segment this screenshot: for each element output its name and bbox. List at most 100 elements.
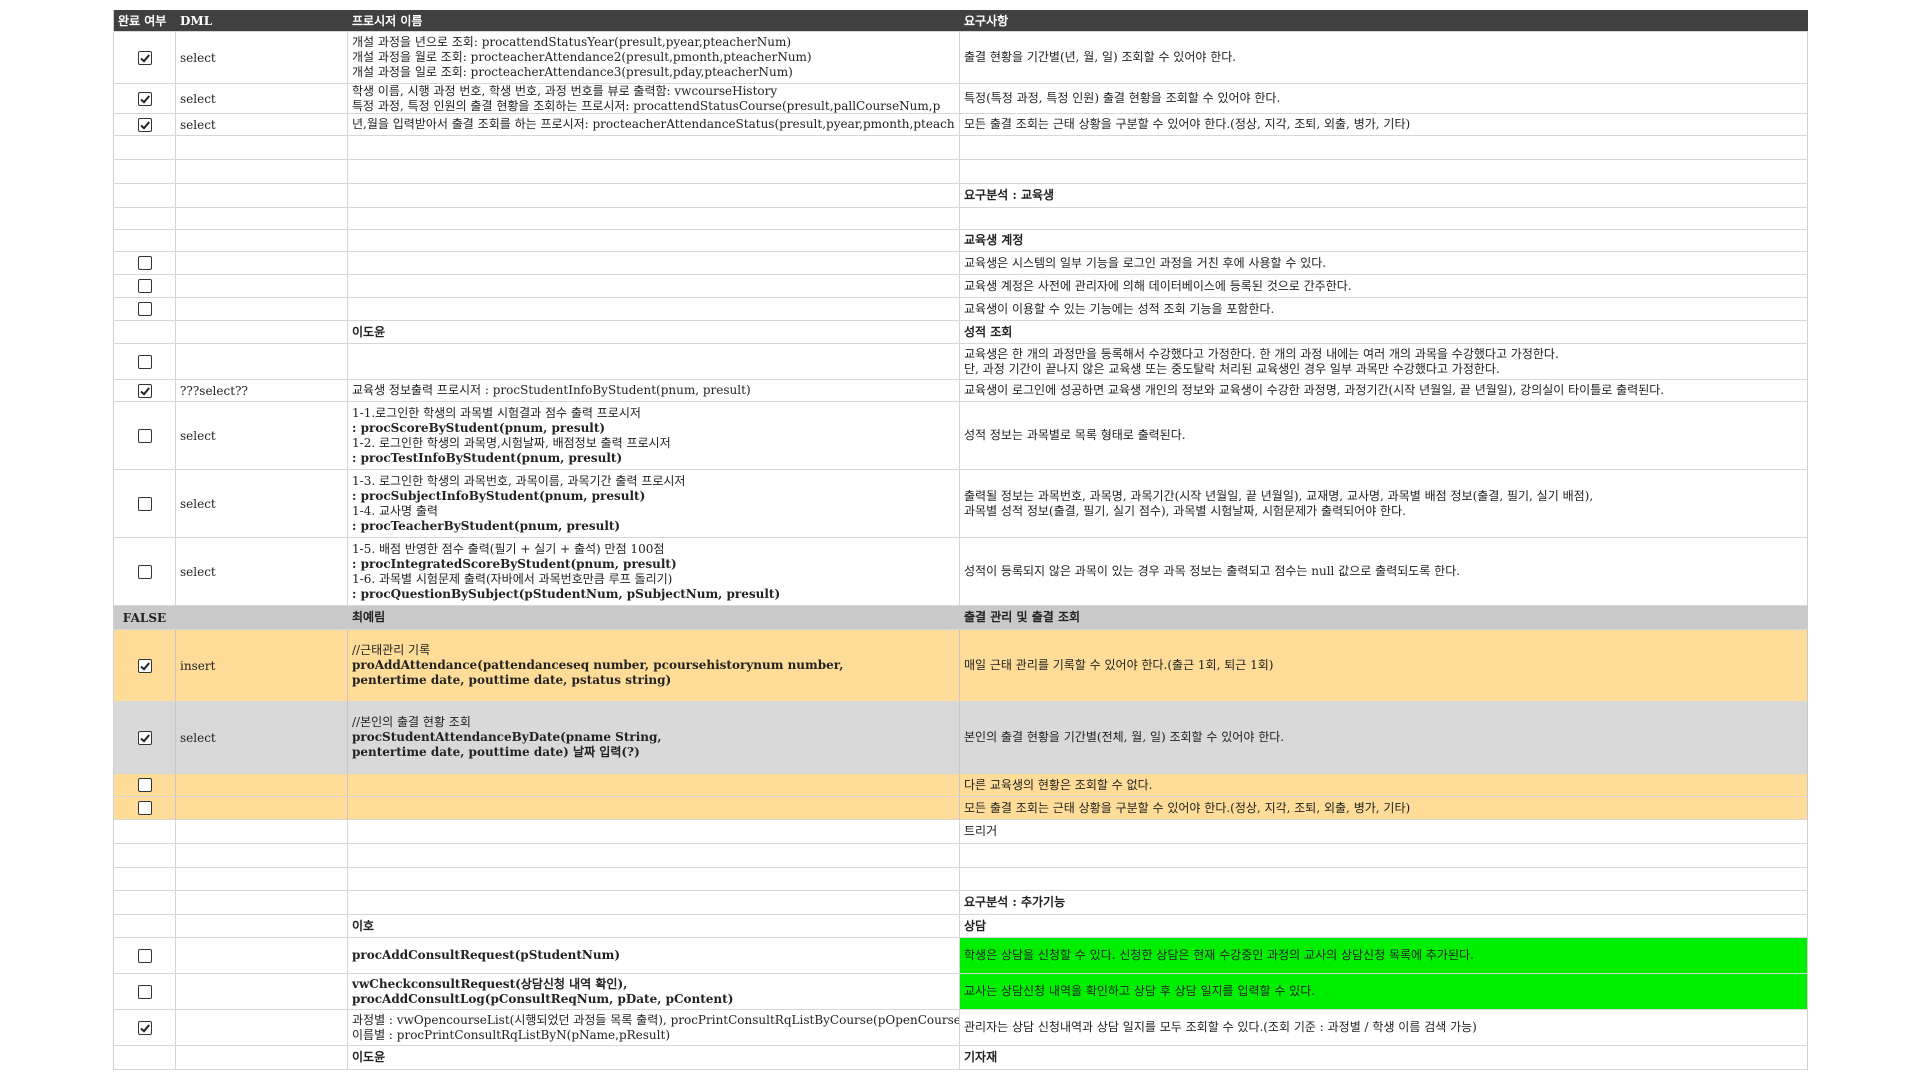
dml-cell[interactable] <box>176 938 348 973</box>
requirement-cell[interactable]: 특정(특정 과정, 특정 인원) 출결 현황을 조회할 수 있어야 한다. <box>960 84 1808 113</box>
procedure-cell[interactable] <box>348 230 960 251</box>
procedure-cell[interactable]: vwCheckconsultRequest(상담신청 내역 확인), procAd… <box>348 974 960 1009</box>
requirement-cell[interactable]: 요구분석 : 교육생 <box>960 184 1808 207</box>
procedure-cell[interactable]: 학생 이름, 시행 과정 번호, 학생 번호, 과정 번호를 뷰로 출력함: v… <box>348 84 960 113</box>
done-cell[interactable] <box>114 160 176 183</box>
done-cell[interactable] <box>114 891 176 914</box>
dml-cell[interactable] <box>176 160 348 183</box>
checkbox-checked[interactable] <box>137 91 152 106</box>
dml-cell[interactable]: select <box>176 702 348 773</box>
requirement-cell[interactable]: 트리거 <box>960 820 1808 843</box>
dml-cell[interactable]: select <box>176 402 348 469</box>
done-cell[interactable] <box>114 938 176 973</box>
done-cell[interactable] <box>114 470 176 537</box>
done-cell[interactable] <box>114 630 176 701</box>
procedure-cell[interactable]: 개설 과정을 년으로 조회: procattendStatusYear(pres… <box>348 32 960 83</box>
dml-cell[interactable] <box>176 298 348 320</box>
done-cell[interactable] <box>114 538 176 605</box>
procedure-cell[interactable] <box>348 797 960 819</box>
checkbox-checked[interactable] <box>137 50 152 65</box>
requirement-cell[interactable]: 기자재 <box>960 1046 1808 1069</box>
requirement-cell[interactable] <box>960 868 1808 890</box>
done-cell[interactable] <box>114 275 176 297</box>
header-procedure[interactable]: 프로시저 이름 <box>348 10 960 31</box>
requirement-cell[interactable]: 성적 정보는 과목별로 목록 형태로 출력된다. <box>960 402 1808 469</box>
checkbox-unchecked[interactable] <box>137 354 152 369</box>
dml-cell[interactable] <box>176 1010 348 1045</box>
requirement-cell[interactable] <box>960 136 1808 159</box>
procedure-cell[interactable] <box>348 298 960 320</box>
header-dml[interactable]: DML <box>176 10 348 31</box>
done-cell[interactable] <box>114 774 176 796</box>
dml-cell[interactable]: select <box>176 470 348 537</box>
checkbox-unchecked[interactable] <box>137 948 152 963</box>
requirement-cell[interactable]: 모든 출결 조회는 근태 상황을 구분할 수 있어야 한다.(정상, 지각, 조… <box>960 114 1808 135</box>
checkbox-checked[interactable] <box>137 730 152 745</box>
requirement-cell[interactable]: 본인의 출결 현황을 기간별(전체, 월, 일) 조회할 수 있어야 한다. <box>960 702 1808 773</box>
procedure-cell[interactable]: 년,월을 입력받아서 출결 조회를 하는 프로시저: procteacherAt… <box>348 114 960 135</box>
requirement-cell[interactable] <box>960 208 1808 229</box>
procedure-cell[interactable] <box>348 160 960 183</box>
dml-cell[interactable] <box>176 820 348 843</box>
header-done[interactable]: 완료 여부 <box>114 10 176 31</box>
checkbox-unchecked[interactable] <box>137 984 152 999</box>
dml-cell[interactable] <box>176 868 348 890</box>
procedure-cell[interactable]: 과정별 : vwOpencourseList(시행되었던 과정들 목록 출력),… <box>348 1010 960 1045</box>
checkbox-unchecked[interactable] <box>137 256 152 270</box>
requirement-cell[interactable]: 요구분석 : 추가기능 <box>960 891 1808 914</box>
dml-cell[interactable] <box>176 606 348 629</box>
dml-cell[interactable] <box>176 184 348 207</box>
checkbox-checked[interactable] <box>137 383 152 398</box>
done-cell[interactable] <box>114 32 176 83</box>
requirement-cell[interactable]: 모든 출결 조회는 근태 상황을 구분할 수 있어야 한다.(정상, 지각, 조… <box>960 797 1808 819</box>
requirement-cell[interactable]: 다른 교육생의 현황은 조회할 수 없다. <box>960 774 1808 796</box>
dml-cell[interactable] <box>176 136 348 159</box>
dml-cell[interactable] <box>176 797 348 819</box>
dml-cell[interactable] <box>176 321 348 343</box>
dml-cell[interactable]: select <box>176 32 348 83</box>
checkbox-unchecked[interactable] <box>137 564 152 579</box>
procedure-cell[interactable] <box>348 136 960 159</box>
requirement-cell[interactable]: 매일 근태 관리를 기록할 수 있어야 한다.(출근 1회, 퇴근 1회) <box>960 630 1808 701</box>
requirement-cell[interactable] <box>960 844 1808 867</box>
checkbox-unchecked[interactable] <box>137 302 152 316</box>
done-cell[interactable] <box>114 380 176 401</box>
done-cell[interactable] <box>114 974 176 1009</box>
dml-cell[interactable] <box>176 208 348 229</box>
done-cell[interactable] <box>114 868 176 890</box>
requirement-cell[interactable]: 교육생 계정 <box>960 230 1808 251</box>
procedure-cell[interactable]: 최예림 <box>348 606 960 629</box>
requirement-cell[interactable]: 출결 관리 및 출결 조회 <box>960 606 1808 629</box>
procedure-cell[interactable]: 1-3. 로그인한 학생의 과목번호, 과목이름, 과목기간 출력 프로시저: … <box>348 470 960 537</box>
dml-cell[interactable]: ???select?? <box>176 380 348 401</box>
dml-cell[interactable]: select <box>176 84 348 113</box>
dml-cell[interactable] <box>176 891 348 914</box>
done-cell[interactable] <box>114 1010 176 1045</box>
requirement-cell[interactable]: 교육생 계정은 사전에 관리자에 의해 데이터베이스에 등록된 것으로 간주한다… <box>960 275 1808 297</box>
procedure-cell[interactable]: procAddConsultRequest(pStudentNum) <box>348 938 960 973</box>
done-cell[interactable] <box>114 321 176 343</box>
checkbox-unchecked[interactable] <box>137 279 152 293</box>
requirement-cell[interactable]: 교육생이 이용할 수 있는 기능에는 성적 조회 기능을 포함한다. <box>960 298 1808 320</box>
checkbox-unchecked[interactable] <box>137 428 152 443</box>
dml-cell[interactable] <box>176 844 348 867</box>
procedure-cell[interactable]: //근태관리 기록 proAddAttendance(pattendanceseq… <box>348 630 960 701</box>
dml-cell[interactable] <box>176 344 348 379</box>
dml-cell[interactable] <box>176 774 348 796</box>
procedure-cell[interactable] <box>348 820 960 843</box>
checkbox-unchecked[interactable] <box>137 496 152 511</box>
done-cell[interactable] <box>114 915 176 937</box>
done-cell[interactable] <box>114 208 176 229</box>
requirement-cell[interactable] <box>960 160 1808 183</box>
requirement-cell[interactable]: 교육생은 한 개의 과정만을 등록해서 수강했다고 가정한다. 한 개의 과정 … <box>960 344 1808 379</box>
dml-cell[interactable] <box>176 252 348 274</box>
dml-cell[interactable]: select <box>176 538 348 605</box>
done-cell[interactable] <box>114 184 176 207</box>
dml-cell[interactable] <box>176 275 348 297</box>
done-cell[interactable] <box>114 844 176 867</box>
requirement-cell[interactable]: 성적이 등록되지 않은 과목이 있는 경우 과목 정보는 출력되고 점수는 nu… <box>960 538 1808 605</box>
procedure-cell[interactable]: 이도윤 <box>348 1046 960 1069</box>
done-cell[interactable] <box>114 797 176 819</box>
checkbox-unchecked[interactable] <box>137 801 152 815</box>
done-cell[interactable] <box>114 114 176 135</box>
